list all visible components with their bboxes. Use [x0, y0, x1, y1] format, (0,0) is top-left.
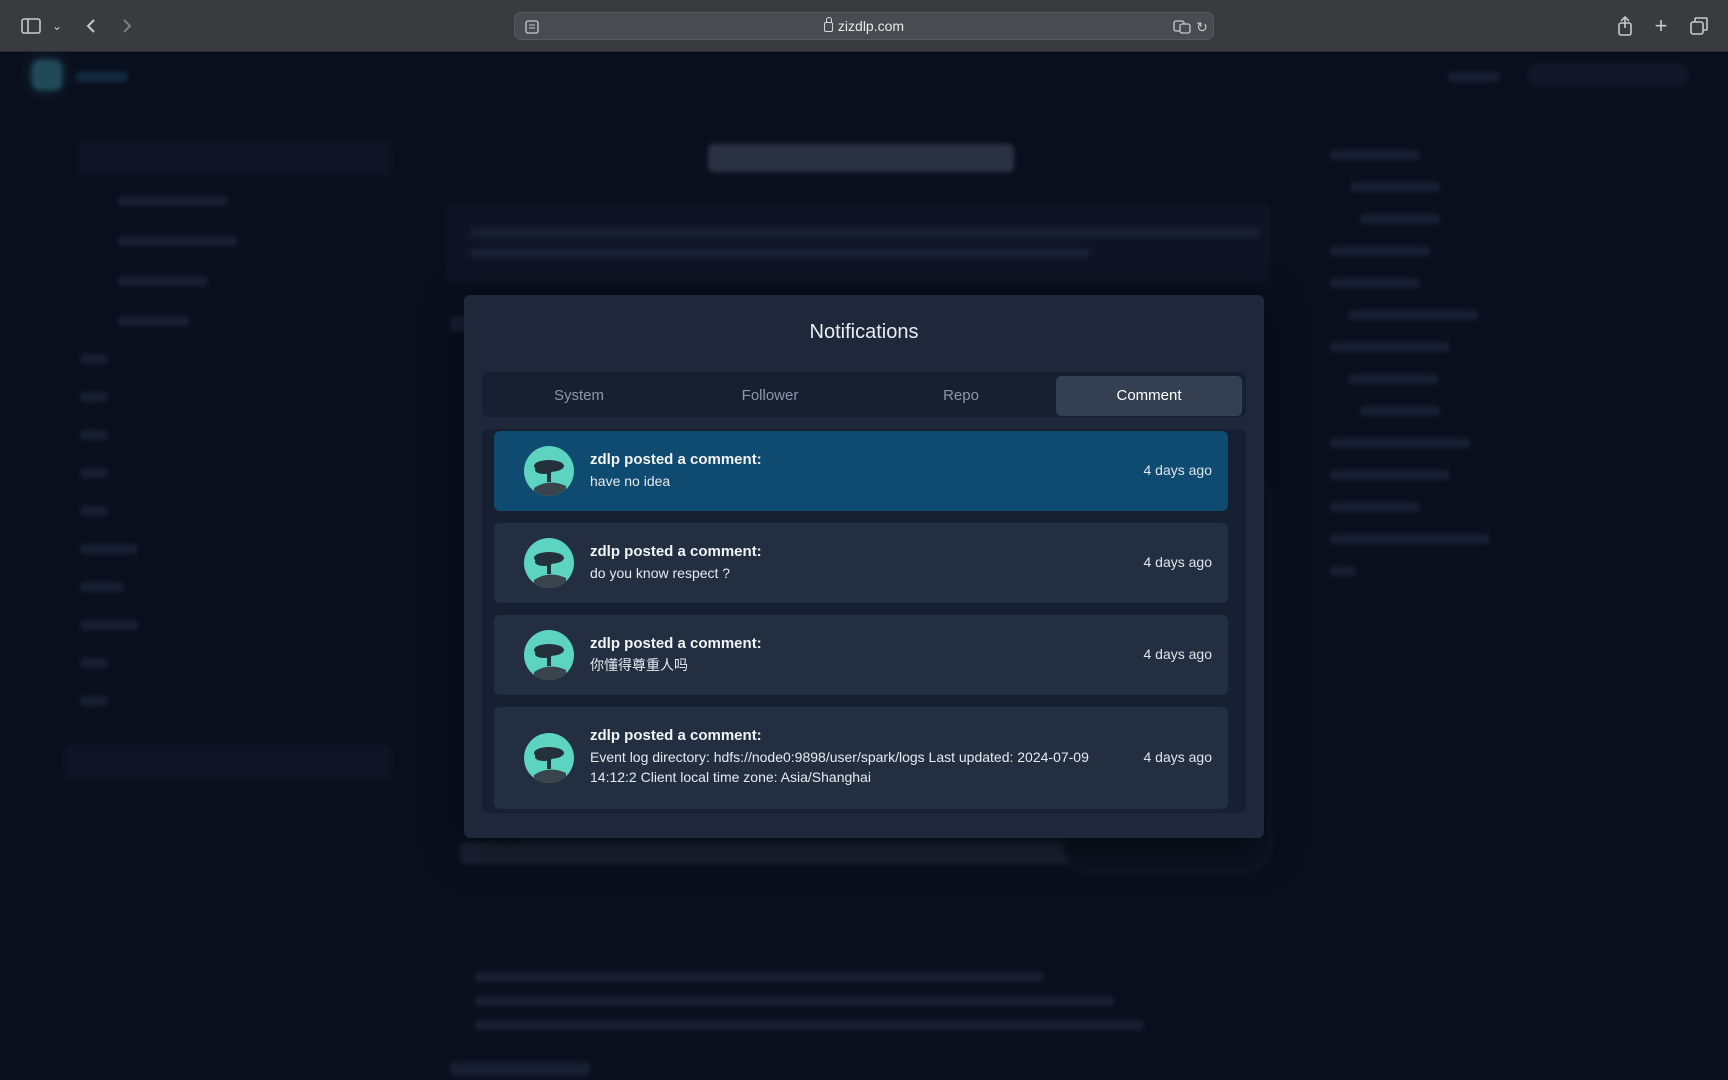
tab-comment[interactable]: Comment	[1056, 376, 1242, 416]
avatar	[524, 538, 574, 588]
notification-item[interactable]: zdlp posted a comment: have no idea 4 da…	[494, 431, 1228, 511]
notification-text: do you know respect ?	[590, 565, 731, 581]
url-label: zizdlp.com	[837, 18, 905, 34]
avatar	[524, 733, 574, 783]
reload-icon[interactable]: ↻	[1189, 14, 1215, 40]
tab-follower[interactable]: Follower	[677, 376, 863, 416]
tab-repo[interactable]: Repo	[868, 376, 1054, 416]
notification-text: have no idea	[590, 473, 671, 489]
notification-item[interactable]: zdlp posted a comment: do you know respe…	[494, 523, 1228, 603]
notification-tabs: System Follower Repo Comment	[482, 372, 1246, 417]
browser-toolbar: ⌄ zizdlp.com ↻ +	[0, 0, 1728, 52]
tabs-overview-icon[interactable]	[1686, 13, 1712, 39]
notification-item[interactable]: zdlp posted a comment: Event log directo…	[494, 707, 1228, 809]
notification-text: 你懂得尊重人吗	[590, 657, 688, 673]
notification-title: zdlp posted a comment:	[590, 543, 762, 560]
notification-time: 4 days ago	[1143, 554, 1213, 570]
address-bar[interactable]: zizdlp.com ↻	[514, 12, 1214, 40]
notification-time: 4 days ago	[1143, 749, 1213, 765]
share-icon[interactable]	[1612, 13, 1638, 39]
notification-title: zdlp posted a comment:	[590, 451, 762, 468]
url-text: zizdlp.com	[515, 17, 1213, 34]
avatar	[524, 446, 574, 496]
notification-text: Event log directory: hdfs://node0:9898/u…	[590, 749, 1089, 785]
notifications-modal: Notifications System Follower Repo Comme…	[464, 295, 1264, 838]
avatar	[524, 630, 574, 680]
notification-title: zdlp posted a comment:	[590, 635, 762, 652]
forward-icon[interactable]	[114, 13, 140, 39]
notification-item[interactable]: zdlp posted a comment: 你懂得尊重人吗 4 days ag…	[494, 615, 1228, 695]
new-tab-icon[interactable]: +	[1648, 13, 1674, 39]
tab-system[interactable]: System	[486, 376, 672, 416]
chevron-down-icon[interactable]: ⌄	[44, 13, 70, 39]
notification-title: zdlp posted a comment:	[590, 727, 762, 744]
modal-title: Notifications	[809, 321, 919, 343]
notification-time: 4 days ago	[1143, 462, 1213, 478]
notification-time: 4 days ago	[1143, 646, 1213, 662]
notification-list[interactable]: zdlp posted a comment: have no idea 4 da…	[482, 429, 1246, 813]
sidebar-toggle-icon[interactable]	[18, 13, 44, 39]
back-icon[interactable]	[78, 13, 104, 39]
lock-icon	[823, 17, 833, 32]
